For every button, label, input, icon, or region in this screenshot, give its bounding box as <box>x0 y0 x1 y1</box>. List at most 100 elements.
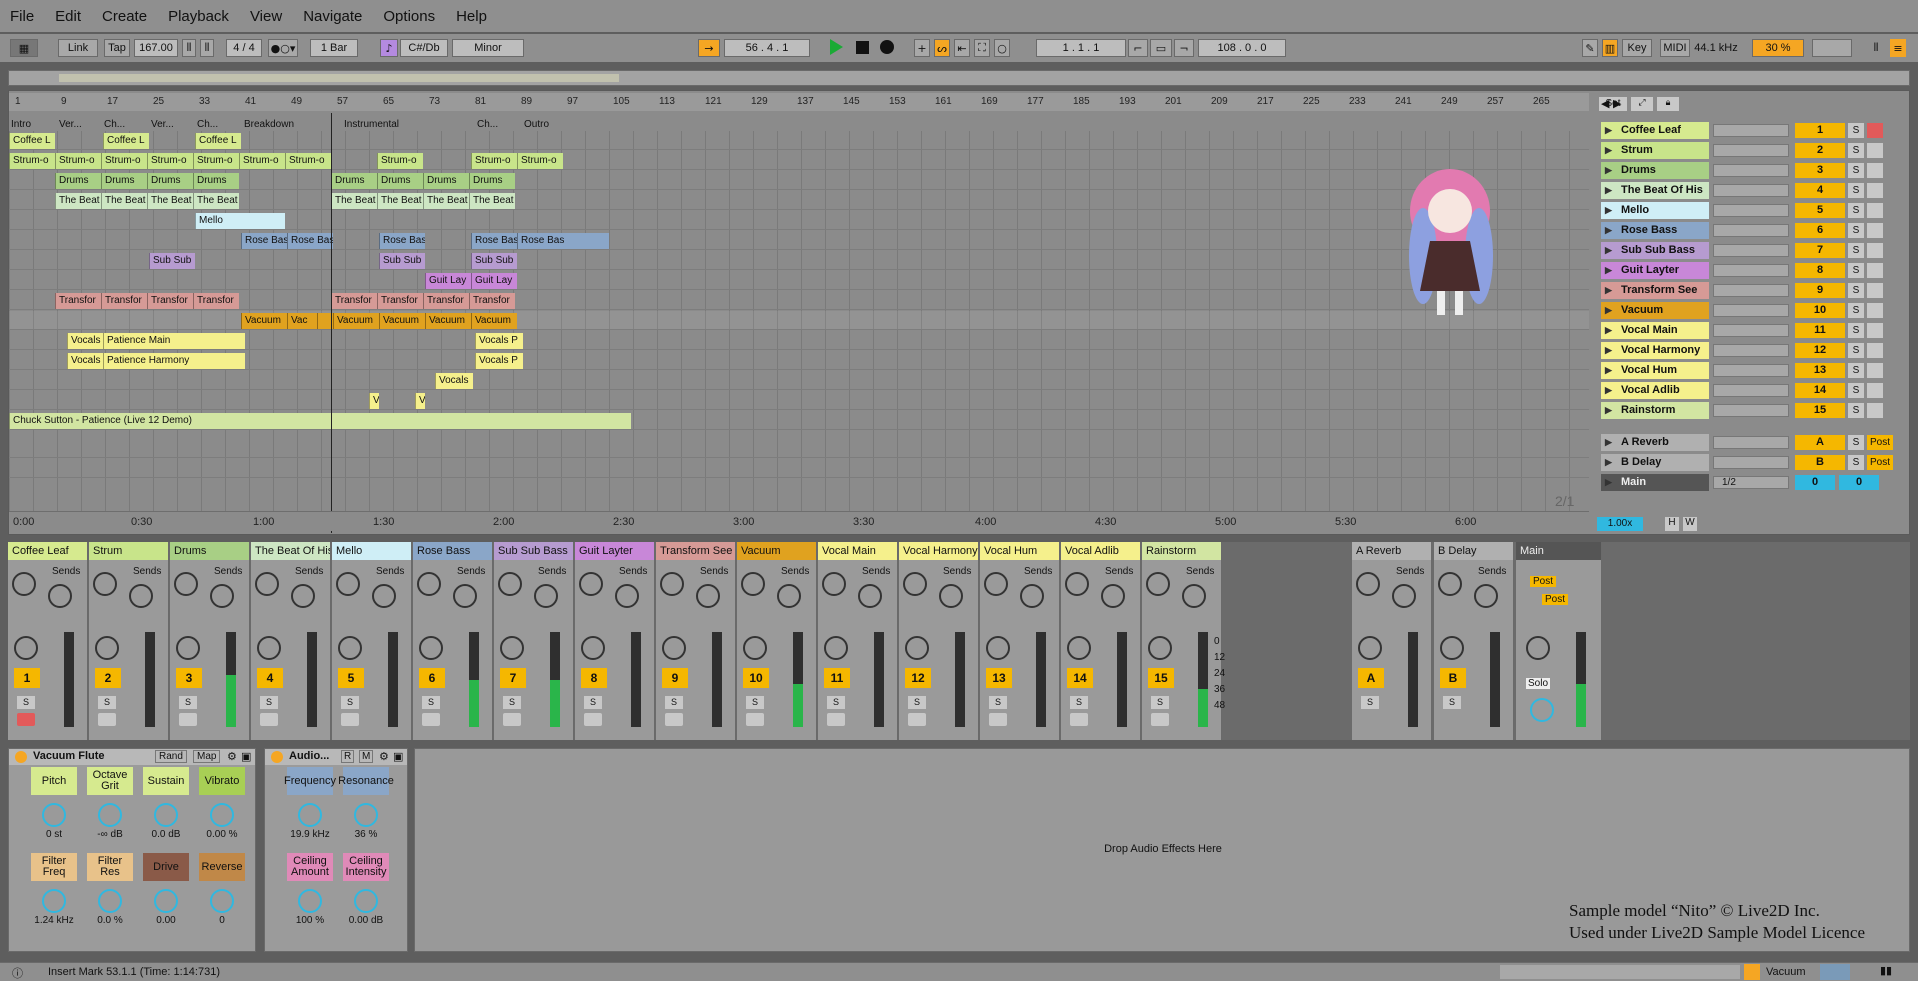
macro-knob[interactable] <box>210 803 234 827</box>
strip-title[interactable]: Coffee Leaf <box>8 542 87 560</box>
track-io[interactable] <box>1713 143 1789 157</box>
menu-create[interactable]: Create <box>102 8 147 25</box>
send-a-knob[interactable] <box>660 572 684 596</box>
arm-button[interactable] <box>1867 342 1883 358</box>
clip[interactable]: The Beat <box>55 193 101 209</box>
clip[interactable]: Patience Main <box>103 333 245 349</box>
save-icon[interactable]: ▣ <box>241 750 251 763</box>
clip[interactable]: Sub Sub <box>471 253 517 269</box>
track-name[interactable]: Vocal Main <box>1601 321 1709 339</box>
loop-start-field[interactable]: 1 . 1 . 1 <box>1036 39 1126 57</box>
pan-knob[interactable] <box>1067 636 1091 660</box>
time-signature-field[interactable]: 4 / 4 <box>226 39 262 57</box>
post-button[interactable]: Post <box>1867 434 1893 450</box>
pan-knob[interactable] <box>14 636 38 660</box>
track-io[interactable] <box>1713 303 1789 317</box>
solo-button[interactable]: S <box>1361 696 1379 709</box>
clip[interactable]: Vocals <box>67 333 103 349</box>
track-activator[interactable]: 9 <box>662 668 688 688</box>
w-button[interactable]: W <box>1683 517 1697 531</box>
solo-button[interactable]: S <box>746 696 764 709</box>
track-io[interactable] <box>1713 363 1789 377</box>
solo-button[interactable]: S <box>1848 282 1864 298</box>
solo-button[interactable]: S <box>1848 302 1864 318</box>
pan-knob[interactable] <box>1526 636 1550 660</box>
strip-title[interactable]: Strum <box>89 542 168 560</box>
arm-button[interactable] <box>341 713 359 726</box>
clip[interactable]: The Beat <box>147 193 193 209</box>
track-io[interactable] <box>1713 455 1789 469</box>
track-activator[interactable]: 2 <box>95 668 121 688</box>
clip[interactable]: Drums <box>331 173 377 189</box>
macro-control[interactable]: Octave Grit -∞ dB <box>87 767 133 840</box>
solo-button[interactable]: S <box>1848 382 1864 398</box>
strip-title[interactable]: Main <box>1516 542 1601 560</box>
track-activator[interactable]: 8 <box>581 668 607 688</box>
strip-title[interactable]: Transform See <box>656 542 735 560</box>
strip-title[interactable]: Rainstorm <box>1142 542 1221 560</box>
track-activator[interactable]: 2 <box>1795 142 1845 158</box>
solo-label[interactable]: Solo <box>1526 678 1551 689</box>
arrangement-overview[interactable] <box>8 70 1910 86</box>
track-activator[interactable]: 10 <box>1795 302 1845 318</box>
pan-knob[interactable] <box>1148 636 1172 660</box>
send-a-knob[interactable] <box>174 572 198 596</box>
send-a-knob[interactable] <box>741 572 765 596</box>
solo-button[interactable]: S <box>1848 242 1864 258</box>
track-activator[interactable]: 9 <box>1795 282 1845 298</box>
zoom-field[interactable]: 1.00x <box>1597 517 1643 531</box>
track-io[interactable] <box>1713 343 1789 357</box>
clip[interactable]: Transfor <box>147 293 193 309</box>
track-activator[interactable]: 12 <box>905 668 931 688</box>
track-header[interactable]: The Beat Of His 4S <box>1601 181 1909 199</box>
send-b-knob[interactable] <box>129 584 153 608</box>
clip[interactable]: The Beat <box>101 193 147 209</box>
track-header[interactable]: Vocal Harmony 12S <box>1601 341 1909 359</box>
send-b-knob[interactable] <box>1020 584 1044 608</box>
solo-button[interactable]: S <box>1848 454 1864 470</box>
track-activator[interactable]: 4 <box>257 668 283 688</box>
arm-button[interactable] <box>179 713 197 726</box>
metronome-icon[interactable]: ●○▾ <box>268 39 298 57</box>
track-lane-transform-see[interactable]: Transfor Transfor Transfor Transfor Tran… <box>9 291 1589 310</box>
strip-title[interactable]: Vocal Adlib <box>1061 542 1140 560</box>
clip[interactable]: Transfor <box>469 293 515 309</box>
strip-title[interactable]: Vacuum <box>737 542 816 560</box>
clip[interactable]: Mello <box>195 213 285 229</box>
track-name[interactable]: A Reverb <box>1601 433 1709 451</box>
arm-button[interactable] <box>746 713 764 726</box>
track-io[interactable] <box>1713 383 1789 397</box>
macro-control[interactable]: Pitch 0 st <box>31 767 77 840</box>
clip[interactable]: The Beat <box>331 193 377 209</box>
device-on-icon[interactable] <box>271 751 283 763</box>
solo-button[interactable]: S <box>908 696 926 709</box>
quantize-dropdown[interactable]: 1 Bar <box>310 39 358 57</box>
strip-title[interactable]: A Reverb <box>1352 542 1431 560</box>
strip-title[interactable]: Guit Layter <box>575 542 654 560</box>
tempo-field[interactable]: 167.00 <box>134 39 178 57</box>
macro-knob[interactable] <box>298 803 322 827</box>
send-a-knob[interactable] <box>1146 572 1170 596</box>
solo-button[interactable]: S <box>1848 262 1864 278</box>
device-on-icon[interactable] <box>15 751 27 763</box>
track-activator[interactable]: 14 <box>1795 382 1845 398</box>
clip[interactable]: Strum-o <box>9 153 55 169</box>
track-activator[interactable]: 3 <box>1795 162 1845 178</box>
pan-knob[interactable] <box>419 636 443 660</box>
link-button[interactable]: Link <box>58 39 98 57</box>
pan-knob[interactable] <box>338 636 362 660</box>
solo-button[interactable]: S <box>260 696 278 709</box>
pan-knob[interactable] <box>986 636 1010 660</box>
scale-dropdown[interactable]: Minor <box>452 39 524 57</box>
track-lane-coffee-leaf[interactable]: Coffee L Coffee L Coffee L <box>9 131 1589 150</box>
clip[interactable]: The Beat <box>469 193 515 209</box>
track-header[interactable]: Mello 5S <box>1601 201 1909 219</box>
send-b-knob[interactable] <box>453 584 477 608</box>
send-b-knob[interactable] <box>1474 584 1498 608</box>
send-b-knob[interactable] <box>939 584 963 608</box>
track-name[interactable]: Coffee Leaf <box>1601 121 1709 139</box>
clip[interactable]: Coffee L <box>9 133 55 149</box>
return-lane-a[interactable] <box>9 439 1589 458</box>
meter-icon[interactable]: ▮▮ <box>1880 964 1892 977</box>
track-name[interactable]: Main <box>1601 473 1709 491</box>
